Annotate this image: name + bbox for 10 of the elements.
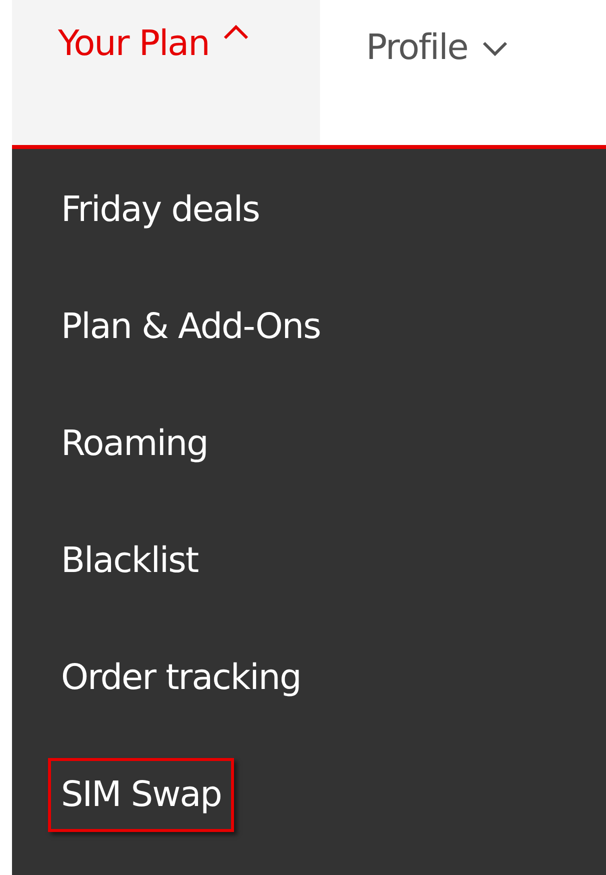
menu-item[interactable]: Order tracking <box>48 641 314 715</box>
menu-item[interactable]: Roaming <box>48 407 221 481</box>
menu-item[interactable]: Friday deals <box>48 173 272 247</box>
menu-item[interactable]: Plan & Add-Ons <box>48 290 334 364</box>
menu-item[interactable]: Blacklist <box>48 524 212 598</box>
nav-tab[interactable]: Your Plan <box>12 0 320 145</box>
menu-item[interactable]: SIM Swap <box>48 758 234 832</box>
chevron-icon <box>482 40 508 56</box>
nav-tab[interactable]: Profile <box>320 0 554 95</box>
chevron-icon <box>223 24 250 40</box>
